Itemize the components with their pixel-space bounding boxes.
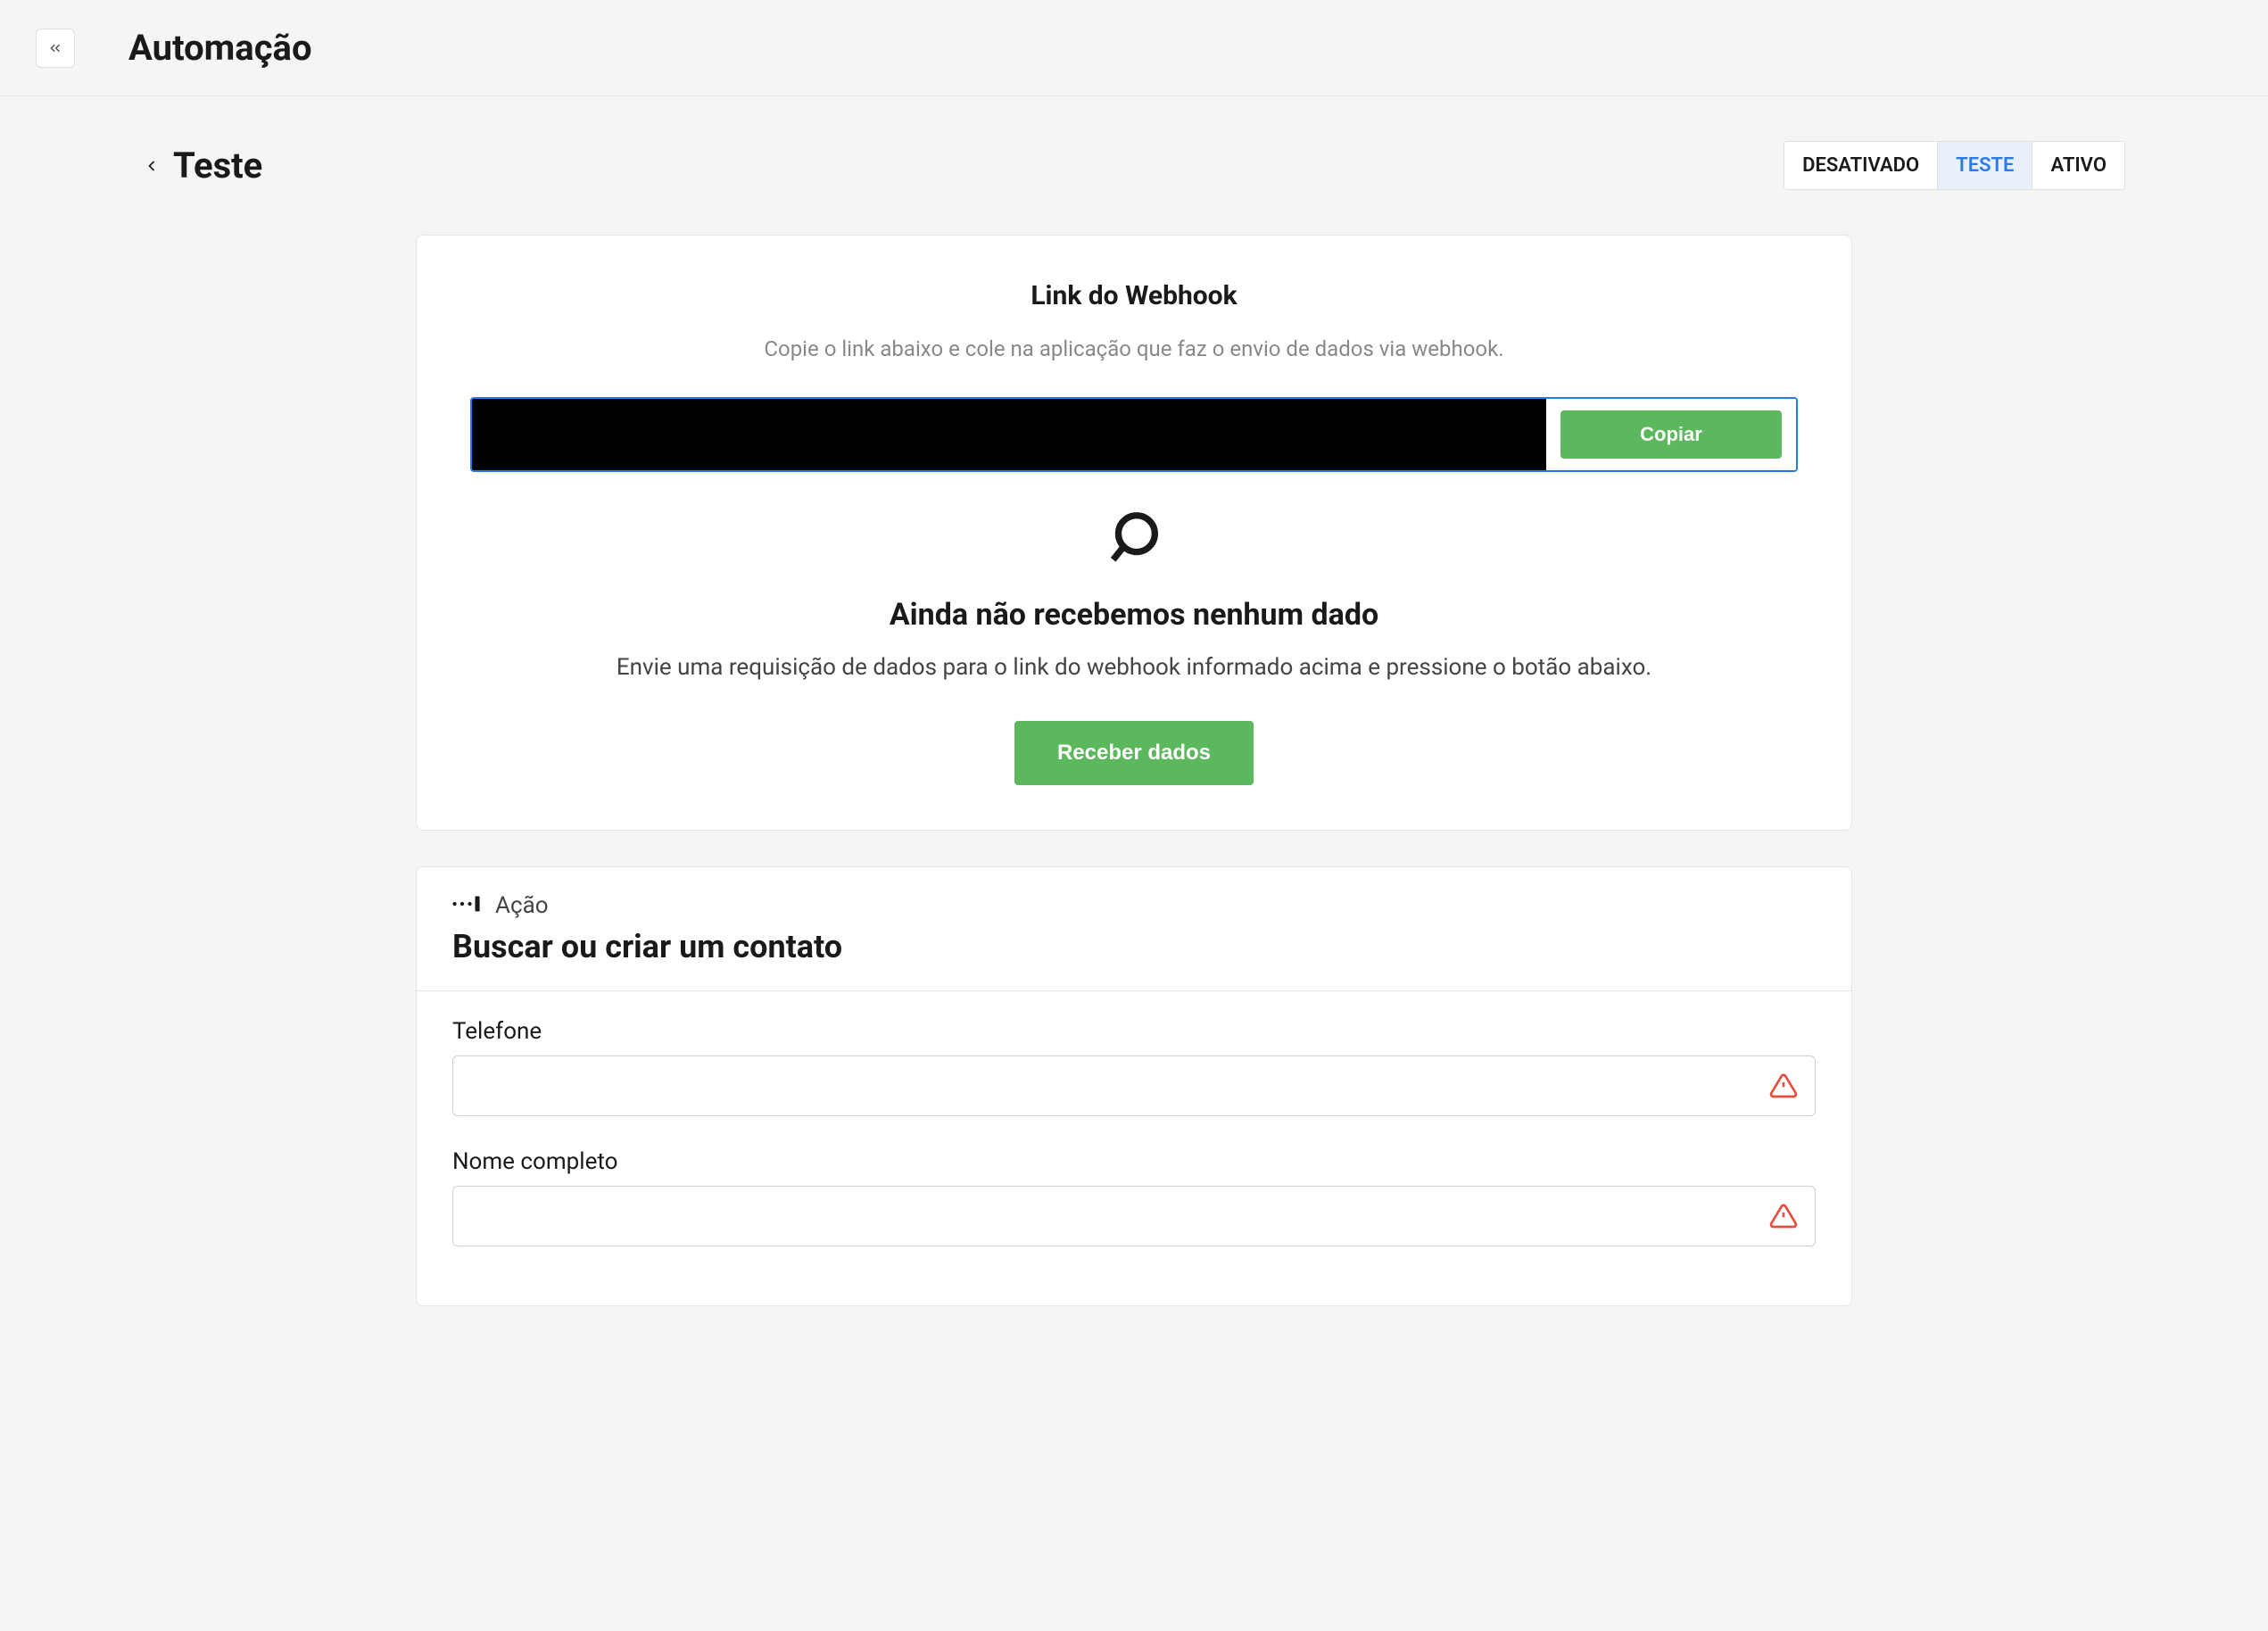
telefone-input[interactable] xyxy=(452,1056,1816,1116)
webhook-title: Link do Webhook xyxy=(470,280,1798,311)
action-flow-icon xyxy=(452,892,483,919)
webhook-card: Link do Webhook Copie o link abaixo e co… xyxy=(416,235,1852,831)
tab-ativo[interactable]: ATIVO xyxy=(2032,142,2124,189)
page-title: Teste xyxy=(173,145,262,186)
webhook-subtitle: Copie o link abaixo e cole na aplicação … xyxy=(470,336,1798,361)
nome-input-wrap xyxy=(452,1186,1816,1246)
field-nome: Nome completo xyxy=(452,1148,1816,1246)
webhook-url-field[interactable] xyxy=(472,399,1546,470)
empty-state-title: Ainda não recebemos nenhum dado xyxy=(470,597,1798,633)
collapse-sidebar-button[interactable] xyxy=(36,29,75,68)
webhook-url-row: Copiar xyxy=(470,397,1798,472)
copy-button[interactable]: Copiar xyxy=(1560,410,1782,459)
search-icon xyxy=(1103,508,1165,570)
action-section-label: Ação xyxy=(495,892,549,919)
page-header: Teste DESATIVADO TESTE ATIVO xyxy=(54,141,2214,190)
status-tabs: DESATIVADO TESTE ATIVO xyxy=(1784,141,2125,190)
tab-teste[interactable]: TESTE xyxy=(1938,142,2032,189)
action-label-row: Ação xyxy=(452,892,1816,919)
nome-label: Nome completo xyxy=(452,1148,1816,1175)
tab-desativado[interactable]: DESATIVADO xyxy=(1784,142,1938,189)
chevron-left-icon xyxy=(143,153,161,178)
search-icon-container xyxy=(470,508,1798,570)
telefone-input-wrap xyxy=(452,1056,1816,1116)
nome-input[interactable] xyxy=(452,1186,1816,1246)
receive-data-button[interactable]: Receber dados xyxy=(1014,721,1254,785)
copy-button-wrap: Copiar xyxy=(1546,399,1796,470)
warning-icon xyxy=(1769,1202,1798,1230)
empty-state-description: Envie uma requisição de dados para o lin… xyxy=(470,650,1798,685)
field-telefone: Telefone xyxy=(452,1018,1816,1116)
action-body: Telefone Nome completo xyxy=(417,991,1851,1305)
app-header: Automação xyxy=(0,0,2268,96)
chevron-double-left-icon xyxy=(47,40,63,56)
main-content: Teste DESATIVADO TESTE ATIVO Link do Web… xyxy=(0,96,2268,1351)
action-title: Buscar ou criar um contato xyxy=(452,928,1816,965)
warning-icon xyxy=(1769,1072,1798,1100)
action-card: Ação Buscar ou criar um contato Telefone… xyxy=(416,866,1852,1306)
back-link[interactable]: Teste xyxy=(143,145,262,186)
action-header: Ação Buscar ou criar um contato xyxy=(417,867,1851,991)
telefone-label: Telefone xyxy=(452,1018,1816,1045)
header-title: Automação xyxy=(128,27,312,69)
